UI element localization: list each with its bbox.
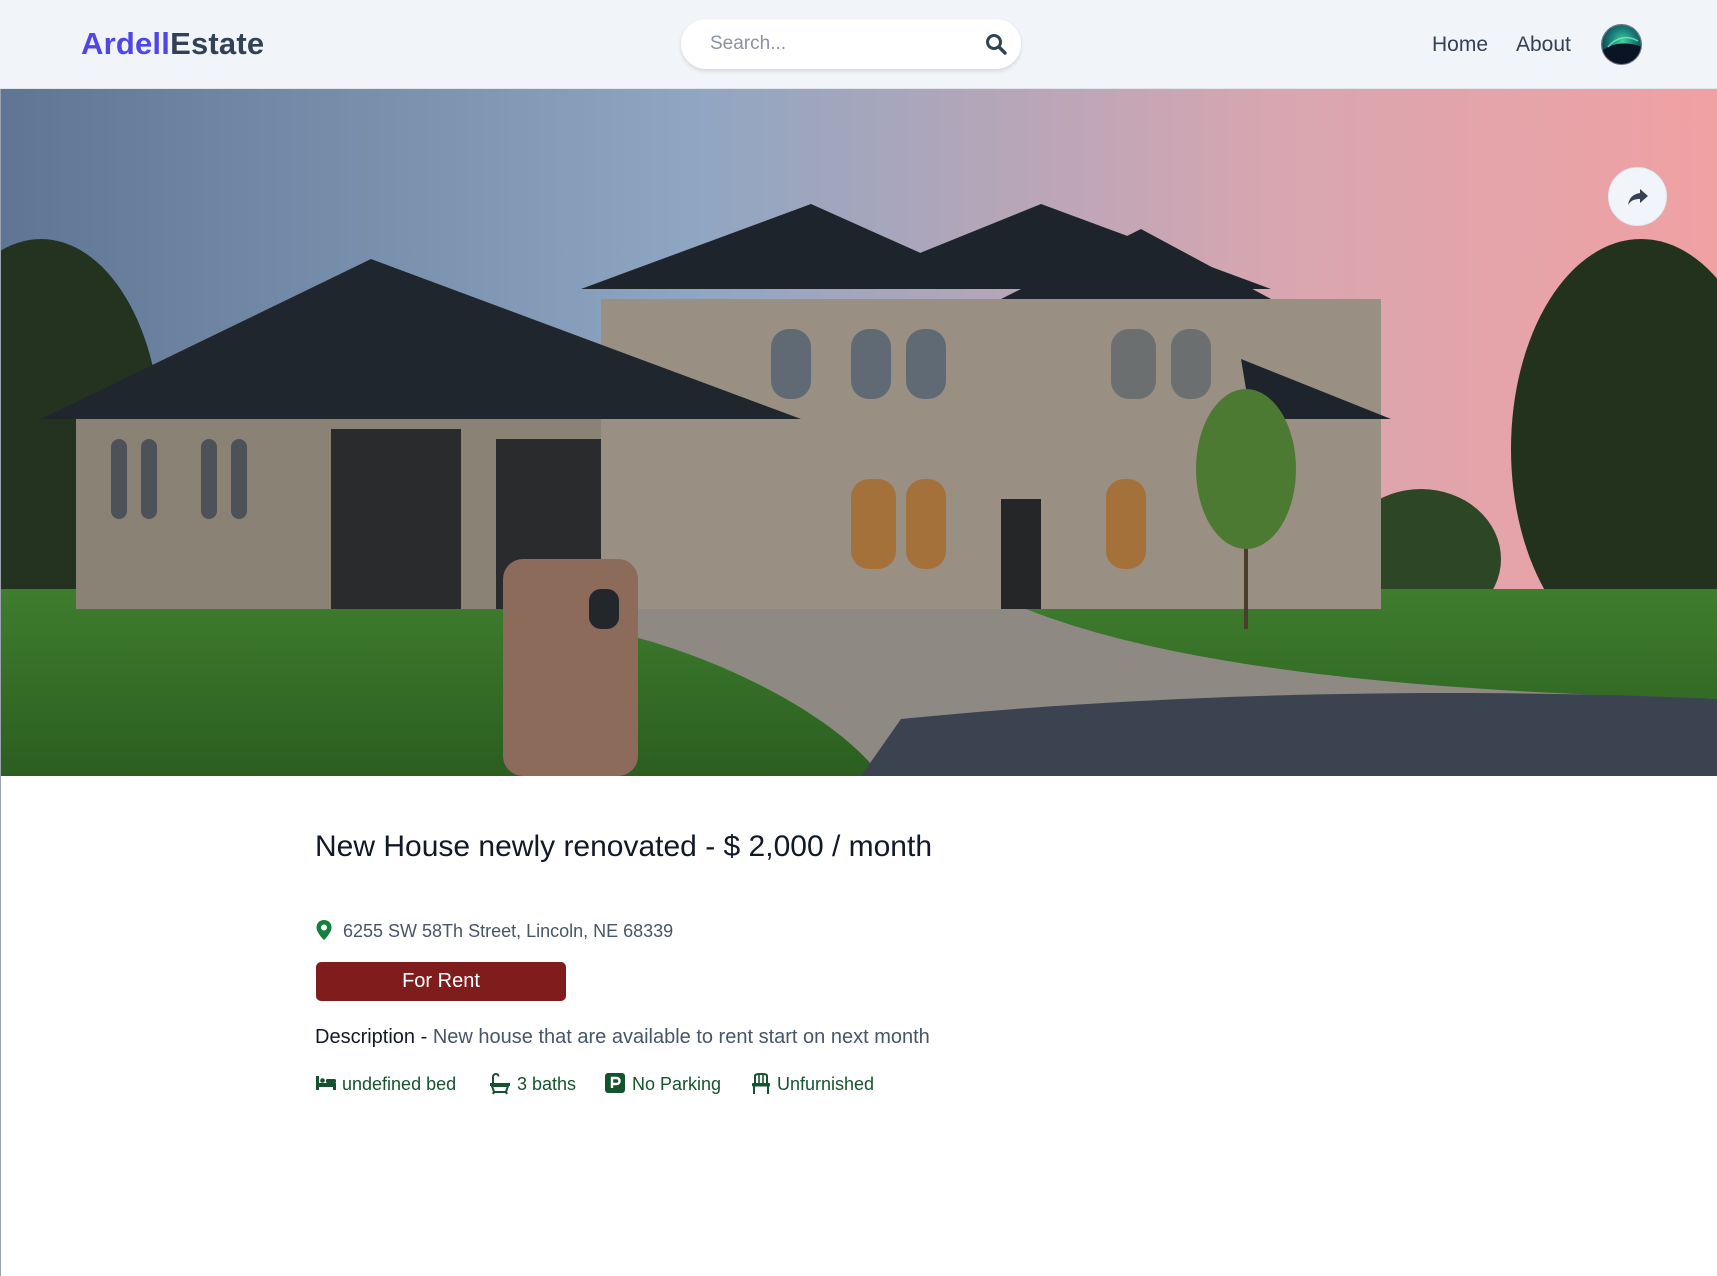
baths-text: 3 baths	[517, 1074, 577, 1094]
listing-description: Description - New house that are availab…	[315, 1026, 930, 1049]
map-pin-icon	[316, 920, 332, 940]
brand-name-part2: Estate	[170, 26, 265, 61]
top-navbar: ArdellEstate Home About	[0, 0, 1717, 89]
brand-logo[interactable]: ArdellEstate	[81, 26, 264, 62]
nav-link-about[interactable]: About	[1516, 33, 1571, 57]
search-bar	[681, 19, 1021, 69]
search-icon[interactable]	[985, 33, 1007, 55]
furnished-text: Unfurnished	[777, 1074, 875, 1094]
share-icon	[1628, 189, 1648, 205]
listing-status-badge: For Rent	[316, 962, 566, 1001]
description-label: Description	[315, 1026, 416, 1048]
property-hero-image	[1, 89, 1717, 776]
share-button[interactable]	[1608, 167, 1667, 226]
house-photo	[1, 89, 1717, 776]
bed-icon	[316, 1076, 336, 1090]
description-separator: -	[415, 1026, 433, 1048]
user-avatar[interactable]	[1601, 24, 1642, 65]
chair-icon	[752, 1073, 770, 1094]
brand-name-part1: Ardell	[81, 26, 171, 61]
parking-icon	[605, 1073, 625, 1093]
search-input[interactable]	[710, 31, 960, 57]
nav-link-home[interactable]: Home	[1432, 33, 1488, 57]
address-text: 6255 SW 58Th Street, Lincoln, NE 68339	[343, 921, 674, 941]
bath-icon	[490, 1073, 510, 1095]
beds-text: undefined bed	[342, 1074, 457, 1094]
parking-text: No Parking	[632, 1074, 722, 1094]
description-text: New house that are available to rent sta…	[432, 1026, 930, 1048]
listing-title: New House newly renovated - $ 2,000 / mo…	[315, 830, 933, 863]
avatar-image	[1602, 25, 1641, 64]
